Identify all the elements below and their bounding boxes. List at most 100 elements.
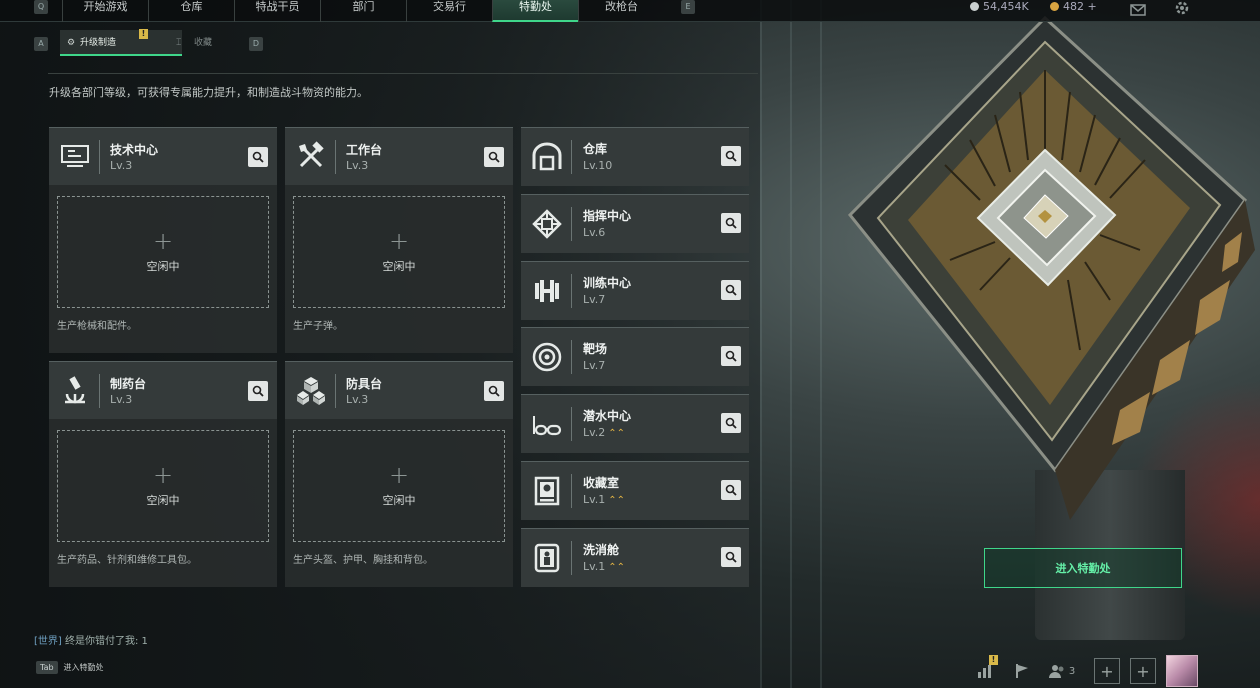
flag-icon[interactable] [1004, 655, 1040, 687]
production-slot[interactable]: + 空闲中 [57, 196, 269, 308]
tab-special-ops[interactable]: 特勤处 [492, 0, 578, 22]
chat-text: 终是你错付了我: 1 [65, 636, 148, 647]
facility-name: 训练中心 [583, 276, 632, 290]
currency-secondary-value: 482 + [1063, 0, 1097, 13]
card-training-center[interactable]: 训练中心 Lv.7 [521, 261, 749, 320]
craft-icon: ⚙ [67, 38, 76, 48]
production-slot[interactable]: + 空闲中 [293, 430, 505, 542]
card-diving-center[interactable]: 潜水中心 Lv.2 ⌃⌃ [521, 394, 749, 453]
friends-button[interactable]: 3 [1040, 655, 1084, 687]
inspect-button[interactable] [484, 381, 504, 401]
card-header[interactable]: 工作台 Lv.3 [285, 127, 513, 185]
card-armor-bench: 防具台 Lv.3 + 空闲中 生产头盔、护甲、胸挂和背包。 [285, 361, 513, 587]
magnifier-icon [725, 150, 737, 162]
tab-gunsmith[interactable]: 改枪台 [578, 0, 664, 22]
capsule-icon [534, 543, 560, 573]
separator [571, 274, 572, 308]
facility-name: 收藏室 [583, 476, 620, 490]
add-slot-button[interactable]: + [1094, 658, 1120, 684]
slot-status: 空闲中 [146, 260, 180, 273]
dumbbell-icon [535, 280, 559, 302]
stats-icon[interactable]: ! [968, 655, 1004, 687]
divider [48, 73, 758, 74]
magnifier-icon [725, 350, 737, 362]
target-icon [532, 342, 562, 372]
microscope-icon [65, 376, 85, 404]
separator [335, 140, 336, 174]
currency-primary: 54,454K [970, 0, 1029, 13]
magnifier-icon [725, 551, 737, 563]
inspect-button[interactable] [248, 381, 268, 401]
tab-start-game[interactable]: 开始游戏 [62, 0, 148, 22]
inspect-button[interactable] [484, 147, 504, 167]
separator [99, 374, 100, 408]
page-description: 升级各部门等级，可获得专属能力提升，和制造战斗物资的能力。 [49, 86, 368, 99]
warehouse-icon [532, 142, 562, 171]
card-decontamination-pod[interactable]: 洗消舱 Lv.1 ⌃⌃ [521, 528, 749, 587]
plus-icon: + [388, 461, 410, 489]
facility-name: 防具台 [346, 377, 383, 391]
card-collection-room[interactable]: 收藏室 Lv.1 ⌃⌃ [521, 461, 749, 520]
card-command-center[interactable]: 指挥中心 Lv.6 [521, 194, 749, 253]
inspect-button[interactable] [721, 280, 741, 300]
separator [571, 541, 572, 575]
inspect-button[interactable] [721, 146, 741, 166]
enter-special-ops-button[interactable]: 进入特勤处 [984, 548, 1182, 588]
collection-icon: ⌶ [176, 38, 182, 48]
plus-icon: + [388, 227, 410, 255]
tab-department[interactable]: 部门 [320, 0, 406, 22]
alert-badge: ! [989, 655, 998, 665]
separator [571, 340, 572, 374]
display-case-icon [534, 476, 560, 506]
facility-level: Lv.1 ⌃⌃ [583, 560, 626, 573]
facility-description: 生产枪械和配件。 [57, 321, 137, 332]
inspect-button[interactable] [721, 346, 741, 366]
production-slot[interactable]: + 空闲中 [293, 196, 505, 308]
chat-message[interactable]: [世界] 终是你错付了我: 1 [34, 632, 148, 647]
plus-icon: + [152, 227, 174, 255]
inspect-button[interactable] [721, 413, 741, 433]
tab-operators[interactable]: 特战干员 [234, 0, 320, 22]
currency-secondary[interactable]: 482 + [1050, 0, 1097, 13]
slot-status: 空闲中 [382, 494, 416, 507]
inspect-button[interactable] [721, 547, 741, 567]
facility-name: 工作台 [346, 143, 383, 157]
facility-level: Lv.10 [583, 159, 613, 172]
card-header[interactable]: 防具台 Lv.3 [285, 361, 513, 419]
upgrade-available-icon: ⌃⌃ [608, 428, 626, 439]
friends-icon [1048, 665, 1064, 678]
subnav-key-left: A [34, 37, 48, 51]
add-slot-button[interactable]: + [1130, 658, 1156, 684]
subnav-key-right: D [249, 37, 263, 51]
tab-hint[interactable]: Tab 进入特勤处 [36, 661, 104, 674]
facility-name: 潜水中心 [583, 409, 632, 423]
coin-icon [970, 2, 979, 11]
friends-count: 3 [1068, 665, 1076, 677]
production-slot[interactable]: + 空闲中 [57, 430, 269, 542]
inspect-button[interactable] [248, 147, 268, 167]
card-shooting-range[interactable]: 靶场 Lv.7 [521, 327, 749, 386]
currency-primary-value: 54,454K [983, 0, 1029, 13]
subtab-upgrade-craft[interactable]: ⚙ 升级制造 [60, 30, 182, 56]
card-header[interactable]: 技术中心 Lv.3 [49, 127, 277, 185]
inspect-button[interactable] [721, 480, 741, 500]
magnifier-icon [725, 217, 737, 229]
facility-name: 洗消舱 [583, 543, 620, 557]
settings-gear-icon[interactable] [1174, 0, 1190, 19]
computer-icon [61, 145, 89, 167]
tab-warehouse[interactable]: 仓库 [148, 0, 234, 22]
inspect-button[interactable] [721, 213, 741, 233]
mail-icon[interactable] [1130, 1, 1146, 20]
player-avatar[interactable] [1166, 655, 1198, 687]
facility-level: Lv.2 ⌃⌃ [583, 426, 626, 439]
facility-name: 指挥中心 [583, 209, 632, 223]
subtab-upgrade-craft-label: 升级制造 [80, 38, 117, 48]
magnifier-icon [252, 151, 264, 163]
separator [571, 140, 572, 174]
card-header[interactable]: 制药台 Lv.3 [49, 361, 277, 419]
tab-trade[interactable]: 交易行 [406, 0, 492, 22]
separator [335, 374, 336, 408]
card-warehouse[interactable]: 仓库 Lv.10 [521, 127, 749, 186]
chip-icon [532, 209, 562, 239]
nav-key-right: E [681, 0, 695, 14]
